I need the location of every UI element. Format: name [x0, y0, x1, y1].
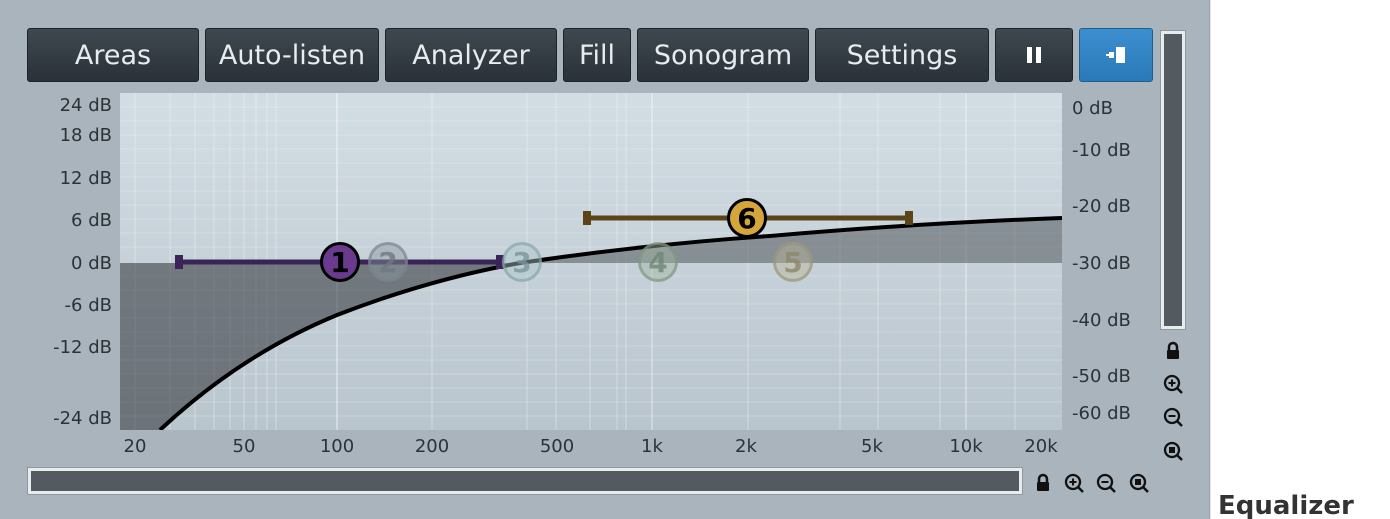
- zoom-fit-icon: [1129, 473, 1149, 493]
- sonogram-button[interactable]: Sonogram: [637, 28, 809, 82]
- freq-label-500: 500: [539, 436, 575, 457]
- freq-label-1k: 1k: [641, 436, 663, 457]
- zoom-in-icon: [1064, 473, 1084, 493]
- vertical-lock-button[interactable]: [1162, 340, 1184, 362]
- gain-label-6: 6 dB: [71, 210, 112, 231]
- freq-label-2k: 2k: [735, 436, 757, 457]
- horizontal-scrollbar[interactable]: [27, 467, 1023, 495]
- equalizer-plugin: Areas Auto-listen Analyzer Fill Sonogram…: [0, 0, 1210, 519]
- areas-button[interactable]: Areas: [27, 28, 199, 82]
- spectrum-label-minus50: -50 dB: [1072, 366, 1131, 387]
- horizontal-zoom-fit-button[interactable]: [1128, 472, 1150, 494]
- zoom-fit-icon: [1163, 441, 1183, 461]
- freq-label-10k: 10k: [949, 436, 983, 457]
- pause-icon: [1027, 47, 1041, 63]
- zoom-in-icon: [1163, 374, 1183, 394]
- help-sidebar: Equalizer: [1210, 0, 1390, 519]
- horizontal-lock-button[interactable]: [1032, 472, 1054, 494]
- vertical-zoom-out-button[interactable]: [1162, 406, 1184, 428]
- spectrum-label-minus10: -10 dB: [1072, 140, 1131, 161]
- spectrum-label-minus30: -30 dB: [1072, 253, 1131, 274]
- gain-label-minus12: -12 dB: [53, 337, 112, 358]
- settings-button[interactable]: Settings: [815, 28, 989, 82]
- lock-icon: [1167, 341, 1179, 359]
- spectrum-label-minus20: -20 dB: [1072, 196, 1131, 217]
- sidebar-title: Equalizer: [1218, 491, 1354, 519]
- zoom-out-icon: [1096, 473, 1116, 493]
- band-node-3[interactable]: 3: [502, 242, 542, 282]
- lock-icon: [1037, 473, 1049, 491]
- horizontal-scrollbar-thumb[interactable]: [31, 471, 1019, 491]
- zoom-out-icon: [1163, 407, 1183, 427]
- panel-toggle-button[interactable]: [1079, 28, 1153, 82]
- gain-label-12: 12 dB: [59, 168, 112, 189]
- gain-label-0: 0 dB: [71, 253, 112, 274]
- spectrum-label-0: 0 dB: [1072, 98, 1113, 119]
- eq-graph-canvas: [120, 93, 1062, 430]
- band-node-4[interactable]: 4: [638, 242, 678, 282]
- pause-button[interactable]: [995, 28, 1073, 82]
- horizontal-zoom-in-button[interactable]: [1063, 472, 1085, 494]
- vertical-zoom-in-button[interactable]: [1162, 373, 1184, 395]
- freq-label-50: 50: [232, 436, 256, 457]
- fill-button[interactable]: Fill: [563, 28, 631, 82]
- freq-label-200: 200: [414, 436, 450, 457]
- gain-label-24: 24 dB: [59, 95, 112, 116]
- eq-graph[interactable]: 1 2 3 4 5 6: [120, 93, 1062, 430]
- band-node-5[interactable]: 5: [773, 242, 813, 282]
- freq-label-100: 100: [319, 436, 355, 457]
- gain-label-minus24: -24 dB: [53, 408, 112, 429]
- vertical-scrollbar[interactable]: [1160, 30, 1186, 330]
- vertical-zoom-fit-button[interactable]: [1162, 440, 1184, 462]
- gain-label-minus6: -6 dB: [64, 295, 112, 316]
- analyzer-button[interactable]: Analyzer: [385, 28, 557, 82]
- gain-label-18: 18 dB: [59, 125, 112, 146]
- band-node-6[interactable]: 6: [727, 198, 767, 238]
- horizontal-zoom-out-button[interactable]: [1095, 472, 1117, 494]
- freq-label-20: 20: [123, 436, 147, 457]
- band-node-2[interactable]: 2: [368, 242, 408, 282]
- spectrum-label-minus60: -60 dB: [1072, 403, 1131, 424]
- vertical-scrollbar-thumb[interactable]: [1164, 34, 1182, 326]
- freq-label-20k: 20k: [1024, 436, 1058, 457]
- freq-label-5k: 5k: [861, 436, 883, 457]
- auto-listen-button[interactable]: Auto-listen: [205, 28, 379, 82]
- panel-toggle-icon: [1106, 47, 1125, 63]
- spectrum-label-minus40: -40 dB: [1072, 310, 1131, 331]
- band-node-1[interactable]: 1: [320, 242, 360, 282]
